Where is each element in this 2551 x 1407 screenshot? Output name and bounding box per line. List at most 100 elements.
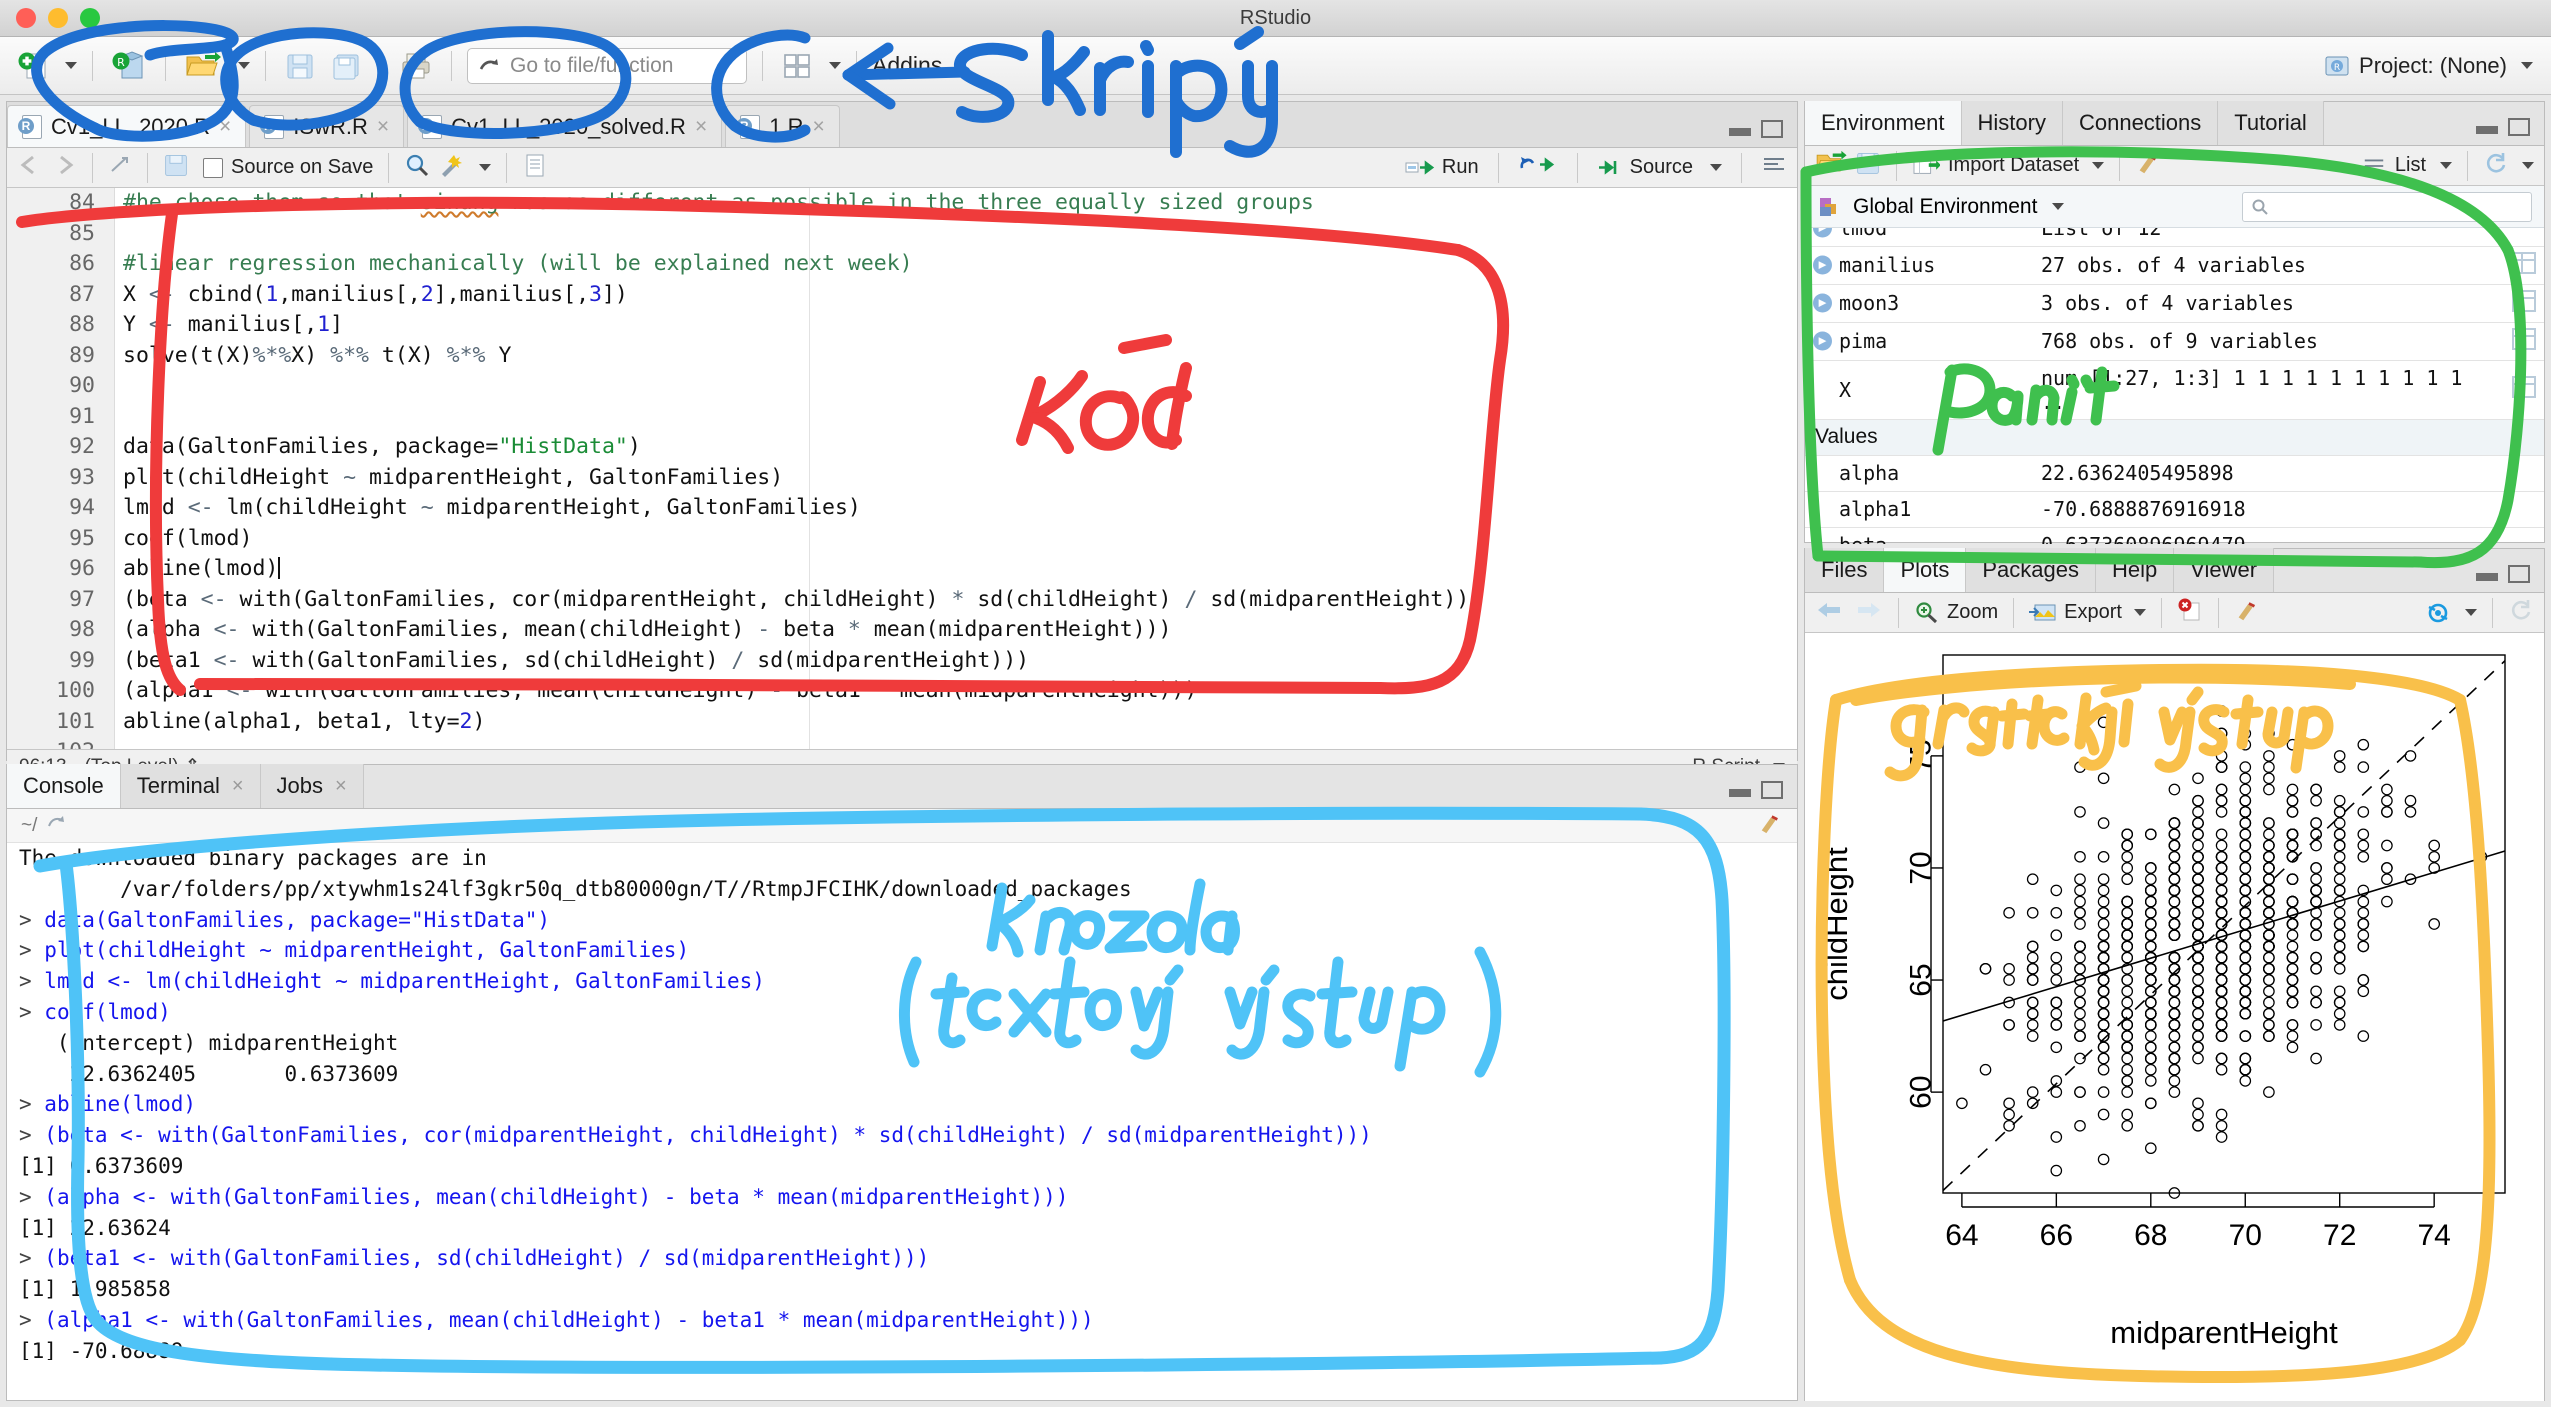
close-tab-icon[interactable]: × [695,115,707,139]
tab-tutorial[interactable]: Tutorial [2218,101,2324,145]
remove-plot-icon[interactable] [2177,598,2203,628]
environment-row[interactable]: beta0.637360896969479 [1805,527,2544,544]
tab-history[interactable]: History [1961,101,2063,145]
export-plot-button[interactable]: Export [2029,601,2146,625]
plot-canvas[interactable]: 60 65 70 75 64 66 68 70 72 74 midparentHeight child… [1805,633,2544,1401]
run-button[interactable]: Run [1405,156,1479,179]
tab-console[interactable]: Console [7,764,121,808]
close-tab-icon[interactable]: × [377,115,389,139]
source-tab-cv1-ll-2020[interactable]: Cv1_LL_2020.R × [7,105,247,147]
view-table-icon[interactable] [2512,327,2536,350]
environment-row[interactable]: ▶ pima 768 obs. of 9 variables [1805,322,2544,361]
minimize-pane-icon[interactable] [1729,120,1751,136]
code-editor[interactable]: 84 #he chose them so that sinang was as d… [7,188,1797,749]
environment-scope-caret[interactable] [2052,203,2065,210]
export-dropdown-caret[interactable] [2133,609,2146,616]
new-project-button[interactable]: R [108,46,150,86]
source-tab-cv1-ll-2020-solved[interactable]: Cv1_LL_2020_solved.R × [407,105,723,147]
save-button[interactable] [281,46,319,86]
save-all-button[interactable] [327,46,365,86]
goto-file-function-input[interactable]: Go to file/function [467,47,747,84]
expand-object-icon[interactable]: ▶ [1813,293,1832,313]
close-tab-icon[interactable]: × [219,115,231,139]
save-document-icon[interactable] [163,152,189,184]
publish-dropdown-caret[interactable] [2465,609,2477,616]
refresh-plot-icon[interactable] [2508,598,2534,628]
environment-view-selector[interactable]: List [2362,154,2452,177]
code-tools-icon[interactable] [438,152,466,184]
close-tab-icon[interactable]: × [812,115,824,139]
project-selector[interactable]: R Project: (None) [2324,53,2533,79]
minimize-pane-icon[interactable] [1729,781,1751,797]
code-tools-dropdown-caret[interactable] [479,164,492,171]
source-tab-1r[interactable]: 1.R × [725,105,840,147]
maximize-pane-icon[interactable] [2508,565,2530,583]
environment-row[interactable]: alpha 22.6362405495898 [1805,455,2544,492]
close-tab-icon[interactable]: × [335,775,347,798]
view-data-cell[interactable] [2504,284,2544,323]
close-tab-icon[interactable]: × [232,775,244,798]
environment-row[interactable]: ▶lmodList of 12 [1805,228,2544,247]
next-plot-icon[interactable] [1853,598,1883,628]
minimize-pane-icon[interactable] [2476,565,2498,581]
source-dropdown-caret[interactable] [1710,164,1722,171]
view-table-icon[interactable] [2512,289,2536,312]
pane-layout-button[interactable] [778,46,816,86]
addins-dropdown-caret[interactable] [955,62,968,69]
tab-jobs[interactable]: Jobs × [260,764,364,808]
console-clear-icon[interactable] [1757,812,1783,840]
tab-files[interactable]: Files [1805,548,1885,592]
new-file-button[interactable] [14,46,52,86]
outline-toggle-icon[interactable] [1761,154,1787,182]
tab-viewer[interactable]: Viewer [2174,548,2275,592]
maximize-pane-icon[interactable] [1761,781,1783,799]
expand-object-icon[interactable]: ▶ [1813,331,1832,351]
find-replace-icon[interactable] [404,152,430,184]
list-view-dropdown-caret[interactable] [2440,162,2452,169]
environment-row[interactable]: Xnum [1:27, 1:3] 1 1 1 1 1 1 1 1 1 1 ... [1805,360,2544,420]
view-data-cell[interactable] [2504,360,2544,420]
publish-button[interactable] [2425,601,2477,625]
maximize-pane-icon[interactable] [1761,120,1783,138]
view-table-icon[interactable] [2512,376,2536,398]
tab-packages[interactable]: Packages [1966,548,2096,592]
previous-plot-icon[interactable] [1815,598,1845,628]
compile-report-icon[interactable] [522,152,548,184]
save-workspace-icon[interactable] [1855,150,1881,182]
project-dropdown-caret[interactable] [2521,62,2533,69]
source-tab-iswr[interactable]: ISwR.R × [249,105,405,147]
print-button[interactable] [396,46,436,86]
import-dataset-button[interactable]: Import Dataset [1912,154,2105,178]
rerun-button[interactable] [1518,154,1558,182]
source-button[interactable]: Source [1597,156,1693,179]
back-arrow-icon[interactable] [17,154,43,182]
console-output[interactable]: The downloaded binary packages are in /v… [7,843,1797,1360]
code-lines[interactable]: 84 #he chose them so that sinang was as d… [7,188,1797,749]
zoom-plot-button[interactable]: Zoom [1914,601,1998,625]
tab-plots[interactable]: Plots [1884,548,1967,592]
view-table-icon[interactable] [2512,251,2536,274]
maximize-pane-icon[interactable] [2508,118,2530,136]
new-file-dropdown-caret[interactable] [65,62,77,69]
tab-terminal[interactable]: Terminal × [120,764,261,808]
forward-arrow-icon[interactable] [51,154,77,182]
import-dataset-dropdown-caret[interactable] [2092,162,2105,169]
tab-connections[interactable]: Connections [2062,101,2219,145]
view-data-cell[interactable] [2504,322,2544,361]
open-file-button[interactable] [181,46,225,86]
load-workspace-icon[interactable] [1815,150,1847,182]
tab-environment[interactable]: Environment [1805,101,1962,145]
environment-row[interactable]: alpha1 -70.6888876916918 [1805,491,2544,528]
open-directory-icon[interactable] [47,814,67,838]
environment-row[interactable]: ▶ manilius 27 obs. of 4 variables [1805,246,2544,285]
environment-search-input[interactable] [2242,191,2532,222]
environment-row[interactable]: ▶ moon3 3 obs. of 4 variables [1805,284,2544,323]
clear-workspace-broom-icon[interactable] [2135,151,2161,181]
pane-layout-dropdown-caret[interactable] [829,62,841,69]
refresh-environment-icon[interactable] [2483,151,2509,181]
show-document-outline-icon[interactable] [108,154,132,182]
refresh-dropdown-caret[interactable] [2522,162,2534,169]
source-on-save-checkbox[interactable]: Source on Save [203,156,373,179]
view-data-cell[interactable] [2504,246,2544,285]
expand-object-icon[interactable]: ▶ [1813,228,1832,238]
